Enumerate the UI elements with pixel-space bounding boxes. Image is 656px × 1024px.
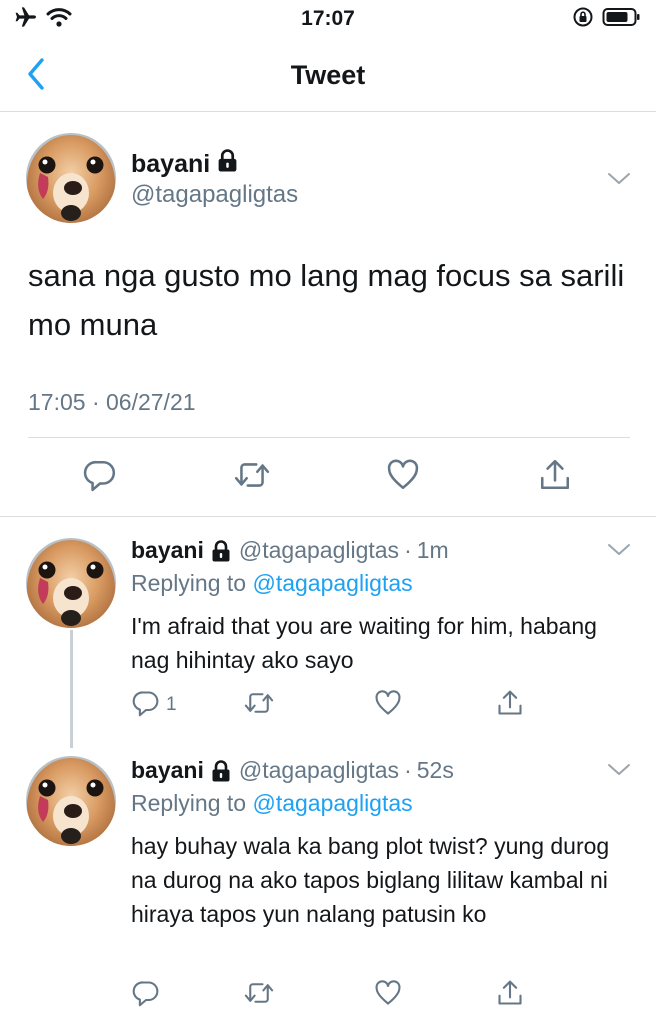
like-icon bbox=[374, 979, 402, 1012]
reply-header: bayani @tagapagligtas · 1m bbox=[131, 537, 449, 564]
retweet-icon bbox=[233, 458, 271, 497]
replying-to: Replying to @tagapagligtas bbox=[131, 790, 413, 817]
reply-button[interactable] bbox=[80, 457, 120, 497]
author-handle[interactable]: @tagapagligtas bbox=[239, 757, 399, 784]
retweet-icon bbox=[243, 979, 275, 1012]
mention-link[interactable]: @tagapagligtas bbox=[252, 790, 412, 816]
retweet-button[interactable] bbox=[243, 690, 275, 720]
author-handle[interactable]: @tagapagligtas bbox=[131, 181, 298, 209]
share-button[interactable] bbox=[496, 690, 524, 720]
avatar[interactable] bbox=[26, 538, 116, 628]
avatar[interactable] bbox=[26, 756, 116, 846]
replying-to: Replying to @tagapagligtas bbox=[131, 570, 413, 597]
page-title: Tweet bbox=[290, 60, 366, 90]
avatar[interactable] bbox=[26, 133, 116, 223]
share-icon bbox=[496, 979, 524, 1012]
mention-link[interactable]: @tagapagligtas bbox=[252, 570, 412, 596]
orientation-lock-icon bbox=[572, 6, 594, 33]
share-icon bbox=[496, 689, 524, 722]
tweet-text: sana nga gusto mo lang mag focus sa sari… bbox=[28, 258, 625, 342]
retweet-button[interactable] bbox=[243, 980, 275, 1010]
thread-line bbox=[70, 630, 73, 748]
like-icon bbox=[374, 689, 402, 722]
display-name: bayani bbox=[131, 149, 211, 178]
author-name[interactable]: bayani bbox=[131, 149, 238, 179]
reply-tweet[interactable]: bayani @tagapagligtas · 1m Replying to @… bbox=[0, 518, 656, 748]
display-name[interactable]: bayani bbox=[131, 757, 204, 784]
time-ago: 1m bbox=[416, 537, 449, 563]
time-ago: 52s bbox=[416, 757, 454, 783]
reply-icon bbox=[83, 458, 117, 497]
divider bbox=[28, 437, 630, 438]
like-icon bbox=[386, 458, 420, 497]
replying-label: Replying to bbox=[131, 790, 247, 816]
nav-bar: Tweet bbox=[0, 40, 656, 112]
separator: · bbox=[404, 537, 412, 563]
retweet-button[interactable] bbox=[232, 457, 272, 497]
share-button[interactable] bbox=[535, 457, 575, 497]
retweet-icon bbox=[243, 689, 275, 722]
reply-icon bbox=[132, 689, 160, 722]
reply-text: I'm afraid that you are waiting for him,… bbox=[131, 613, 597, 673]
reply-count: 1 bbox=[166, 694, 177, 715]
like-button[interactable] bbox=[383, 457, 423, 497]
separator: · bbox=[404, 757, 412, 783]
display-name[interactable]: bayani bbox=[131, 537, 204, 564]
status-right bbox=[572, 6, 640, 33]
author-handle[interactable]: @tagapagligtas bbox=[239, 537, 399, 564]
replying-label: Replying to bbox=[131, 570, 247, 596]
chevron-down-icon[interactable] bbox=[607, 762, 631, 778]
chevron-down-icon[interactable] bbox=[607, 171, 631, 187]
reply-button[interactable]: 1 bbox=[132, 690, 177, 720]
battery-icon bbox=[602, 7, 640, 32]
lock-icon bbox=[211, 540, 231, 562]
tweet-timestamp: 17:05 · 06/27/21 bbox=[28, 389, 196, 415]
main-tweet: bayani @tagapagligtas sana nga gusto mo … bbox=[0, 113, 656, 517]
chevron-down-icon[interactable] bbox=[607, 542, 631, 558]
reply-icon bbox=[132, 979, 160, 1012]
reply-text: hay buhay wala ka bang plot twist? yung … bbox=[131, 833, 610, 927]
reply-button[interactable] bbox=[132, 980, 166, 1010]
status-time: 17:07 bbox=[301, 7, 355, 30]
share-icon bbox=[538, 458, 572, 497]
status-bar: 17:07 bbox=[0, 0, 656, 40]
like-button[interactable] bbox=[374, 690, 402, 720]
lock-icon bbox=[217, 149, 238, 179]
share-button[interactable] bbox=[496, 980, 524, 1010]
reply-header: bayani @tagapagligtas · 52s bbox=[131, 757, 454, 784]
lock-icon bbox=[211, 760, 231, 782]
reply-tweet[interactable]: bayani @tagapagligtas · 52s Replying to … bbox=[0, 740, 656, 1024]
like-button[interactable] bbox=[374, 980, 402, 1010]
